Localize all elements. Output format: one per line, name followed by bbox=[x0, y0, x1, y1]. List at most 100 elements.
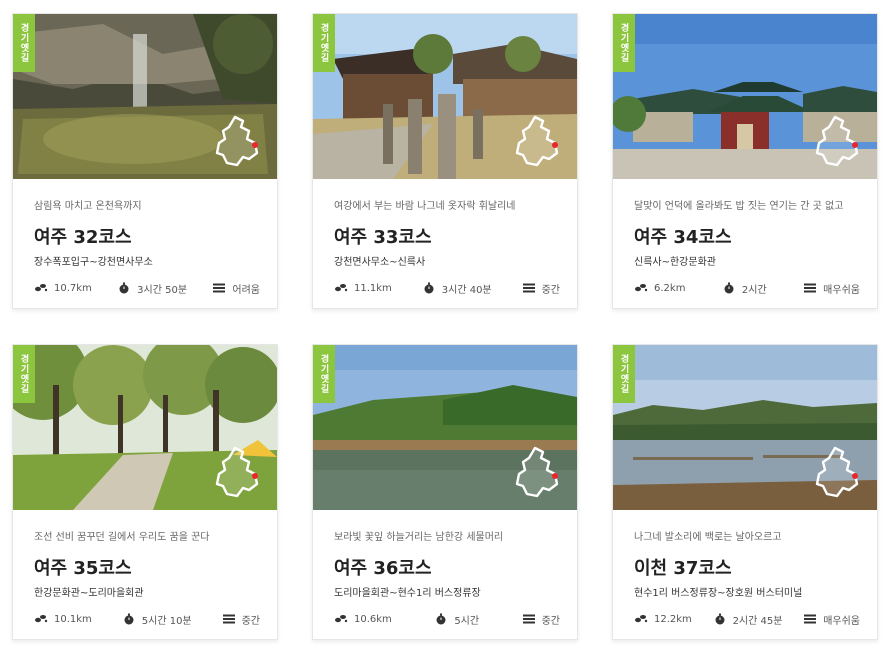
course-route: 장수폭포입구~강천면사무소 bbox=[34, 257, 153, 268]
stopwatch-icon bbox=[424, 282, 434, 294]
time-info: 2시간 45분 bbox=[713, 612, 783, 627]
stopwatch-icon bbox=[119, 282, 129, 294]
course-subtitle: 조선 선비 꿈꾸던 길에서 우리도 꿈을 꾼다 bbox=[34, 532, 210, 543]
footprints-icon bbox=[335, 284, 348, 292]
course-meta: 12.2km 2시간 45분 매우쉬움 bbox=[634, 612, 860, 627]
course-card-3[interactable]: 경기옛길 달맞이 언덕에 올라봐도 밥 짓는 연기는 간 곳 없고 여주 34코… bbox=[612, 13, 878, 309]
distance-info: 6.2km bbox=[634, 282, 685, 294]
course-card-1[interactable]: 경기옛길 삼림욕 마치고 온천욕까지 여주 32코스 장수폭포입구~강천면사무소… bbox=[12, 13, 278, 309]
distance-info: 10.6km bbox=[334, 613, 392, 625]
footprints-icon bbox=[335, 615, 348, 623]
trail-badge: 경기옛길 bbox=[313, 14, 335, 72]
difficulty-bars-icon bbox=[804, 283, 817, 293]
course-photo[interactable]: 경기옛길 bbox=[13, 345, 277, 510]
course-route: 강천면사무소~신륵사 bbox=[334, 257, 426, 268]
course-subtitle: 보라빛 꽃잎 하늘거리는 남한강 세물머리 bbox=[334, 532, 504, 543]
difficulty-value: 매우쉬움 bbox=[823, 284, 860, 296]
route-map-icon bbox=[215, 446, 259, 498]
course-title[interactable]: 이천 37코스 bbox=[634, 554, 877, 579]
route-map-icon bbox=[815, 446, 859, 498]
difficulty-bars-icon bbox=[213, 283, 226, 293]
course-subtitle: 달맞이 언덕에 올라봐도 밥 짓는 연기는 간 곳 없고 bbox=[634, 201, 844, 212]
time-value: 5시간 bbox=[454, 615, 480, 627]
difficulty-info: 중간 bbox=[522, 612, 560, 627]
time-info: 3시간 40분 bbox=[422, 281, 492, 296]
difficulty-info: 매우쉬움 bbox=[803, 281, 860, 296]
difficulty-value: 매우쉬움 bbox=[823, 615, 860, 627]
footprints-icon bbox=[635, 615, 648, 623]
time-value: 2시간 bbox=[741, 284, 767, 296]
stopwatch-icon bbox=[436, 613, 446, 625]
distance-value: 6.2km bbox=[654, 282, 686, 294]
distance-value: 11.1km bbox=[354, 282, 392, 294]
footprints-icon bbox=[35, 284, 48, 292]
course-route: 도리마을회관~현수1리 버스정류장 bbox=[334, 588, 481, 599]
stopwatch-icon bbox=[124, 613, 134, 625]
course-meta: 11.1km 3시간 40분 중간 bbox=[334, 281, 560, 296]
difficulty-info: 매우쉬움 bbox=[803, 612, 860, 627]
course-meta: 10.1km 5시간 10분 중간 bbox=[34, 612, 260, 627]
course-photo[interactable]: 경기옛길 bbox=[313, 345, 577, 510]
course-title[interactable]: 여주 34코스 bbox=[634, 223, 877, 248]
course-route: 한강문화관~도리마을회관 bbox=[34, 588, 144, 599]
difficulty-value: 중간 bbox=[541, 284, 560, 296]
difficulty-value: 중간 bbox=[541, 615, 560, 627]
course-subtitle: 삼림욕 마치고 온천욕까지 bbox=[34, 201, 142, 212]
course-title[interactable]: 여주 32코스 bbox=[34, 223, 277, 248]
distance-info: 11.1km bbox=[334, 282, 392, 294]
time-value: 5시간 10분 bbox=[141, 615, 192, 627]
difficulty-value: 어려움 bbox=[232, 284, 260, 296]
difficulty-info: 중간 bbox=[522, 281, 560, 296]
course-title[interactable]: 여주 36코스 bbox=[334, 554, 577, 579]
difficulty-bars-icon bbox=[222, 614, 235, 624]
time-info: 3시간 50분 bbox=[117, 281, 187, 296]
course-meta: 10.6km 5시간 중간 bbox=[334, 612, 560, 627]
course-subtitle: 나그네 발소리에 백로는 날아오르고 bbox=[634, 532, 782, 543]
course-meta: 6.2km 2시간 매우쉬움 bbox=[634, 281, 860, 296]
route-map-icon bbox=[815, 115, 859, 167]
distance-info: 12.2km bbox=[634, 613, 692, 625]
course-route: 현수1리 버스정류장~장호원 버스터미널 bbox=[634, 588, 803, 599]
distance-value: 10.6km bbox=[354, 613, 392, 625]
route-map-icon bbox=[515, 446, 559, 498]
course-photo[interactable]: 경기옛길 bbox=[613, 14, 877, 179]
trail-badge: 경기옛길 bbox=[13, 14, 35, 72]
stopwatch-icon bbox=[724, 282, 734, 294]
course-title[interactable]: 여주 35코스 bbox=[34, 554, 277, 579]
distance-value: 10.7km bbox=[54, 282, 92, 294]
course-card-6[interactable]: 경기옛길 나그네 발소리에 백로는 날아오르고 이천 37코스 현수1리 버스정… bbox=[612, 344, 878, 640]
difficulty-bars-icon bbox=[522, 283, 535, 293]
distance-info: 10.7km bbox=[34, 282, 92, 294]
course-meta: 10.7km 3시간 50분 어려움 bbox=[34, 281, 260, 296]
footprints-icon bbox=[35, 615, 48, 623]
course-title[interactable]: 여주 33코스 bbox=[334, 223, 577, 248]
course-subtitle: 여강에서 부는 바람 나그네 옷자락 휘날리네 bbox=[334, 201, 516, 212]
route-map-icon bbox=[215, 115, 259, 167]
trail-badge: 경기옛길 bbox=[313, 345, 335, 403]
time-value: 3시간 40분 bbox=[441, 284, 492, 296]
course-card-5[interactable]: 경기옛길 보라빛 꽃잎 하늘거리는 남한강 세물머리 여주 36코스 도리마을회… bbox=[312, 344, 578, 640]
course-card-2[interactable]: 경기옛길 여강에서 부는 바람 나그네 옷자락 휘날리네 여주 33코스 강천면… bbox=[312, 13, 578, 309]
difficulty-value: 중간 bbox=[241, 615, 260, 627]
course-card-4[interactable]: 경기옛길 조선 선비 꿈꾸던 길에서 우리도 꿈을 꾼다 여주 35코스 한강문… bbox=[12, 344, 278, 640]
trail-badge: 경기옛길 bbox=[613, 345, 635, 403]
course-route: 신륵사~한강문화관 bbox=[634, 257, 716, 268]
difficulty-bars-icon bbox=[804, 614, 817, 624]
distance-value: 12.2km bbox=[654, 613, 692, 625]
difficulty-bars-icon bbox=[522, 614, 535, 624]
time-info: 2시간 bbox=[722, 281, 767, 296]
distance-value: 10.1km bbox=[54, 613, 92, 625]
footprints-icon bbox=[635, 284, 648, 292]
course-photo[interactable]: 경기옛길 bbox=[313, 14, 577, 179]
difficulty-info: 어려움 bbox=[212, 281, 260, 296]
route-map-icon bbox=[515, 115, 559, 167]
time-value: 2시간 45분 bbox=[732, 615, 783, 627]
time-info: 5시간 10분 bbox=[122, 612, 192, 627]
trail-badge: 경기옛길 bbox=[613, 14, 635, 72]
stopwatch-icon bbox=[715, 613, 725, 625]
course-grid: 경기옛길 삼림욕 마치고 온천욕까지 여주 32코스 장수폭포입구~강천면사무소… bbox=[0, 0, 892, 657]
trail-badge: 경기옛길 bbox=[13, 345, 35, 403]
time-value: 3시간 50분 bbox=[137, 284, 188, 296]
course-photo[interactable]: 경기옛길 bbox=[13, 14, 277, 179]
course-photo[interactable]: 경기옛길 bbox=[613, 345, 877, 510]
